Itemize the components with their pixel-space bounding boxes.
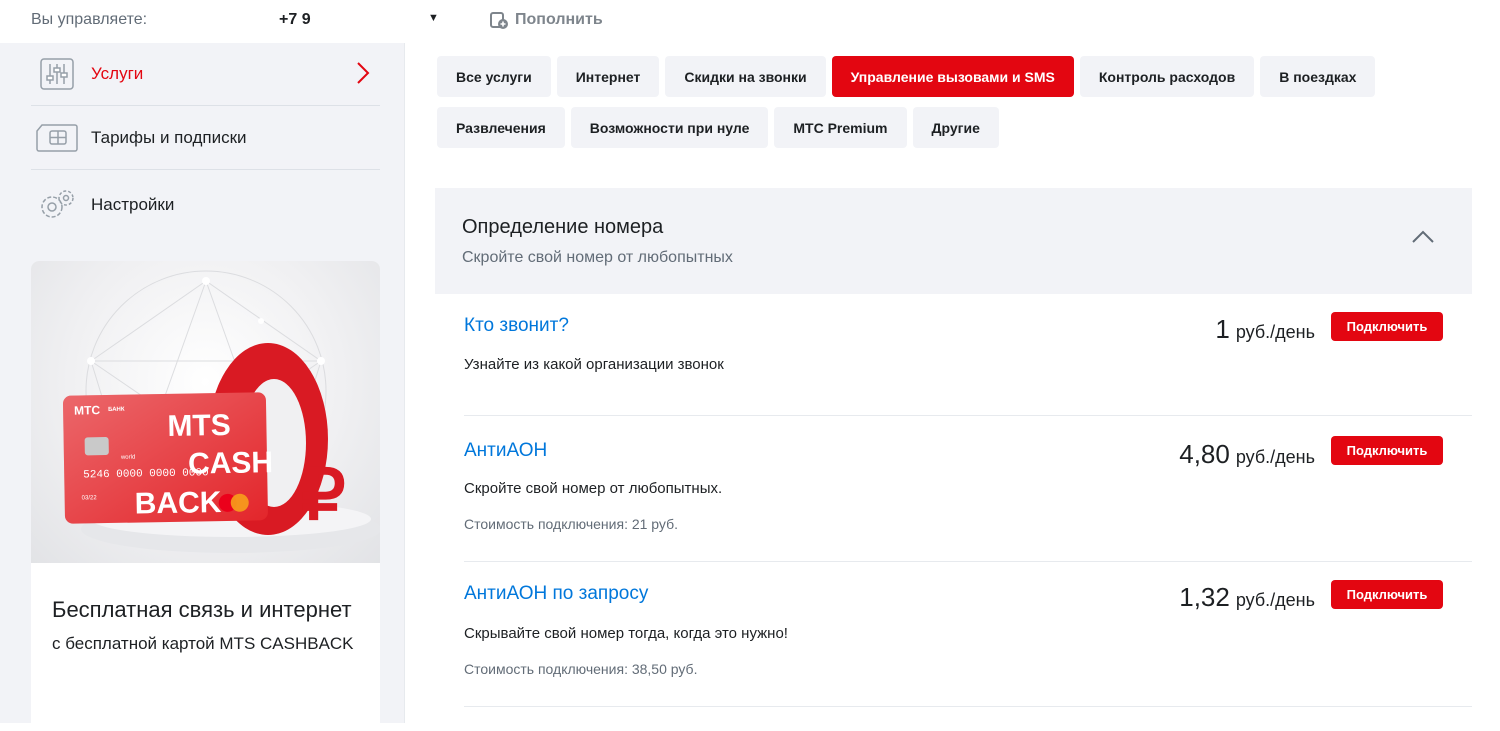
- service-connection-cost: Стоимость подключения: 21 руб.: [464, 516, 678, 532]
- service-filters: Все услуги Интернет Скидки на звонки Упр…: [437, 56, 1497, 158]
- promo-title: Бесплатная связь и интернет: [52, 597, 352, 622]
- promo-text: Бесплатная связь и интернет с бесплатной…: [52, 595, 362, 658]
- services-section: Определение номера Скройте свой номер от…: [435, 188, 1472, 707]
- filter-chip-mts-premium[interactable]: МТС Premium: [774, 107, 907, 148]
- chevron-down-icon[interactable]: ▼: [428, 12, 439, 24]
- chevron-up-icon[interactable]: [1412, 230, 1434, 249]
- price-unit: руб./день: [1235, 447, 1315, 467]
- manage-label: Вы управляете:: [31, 11, 148, 28]
- card-title-3: BACK: [134, 486, 222, 521]
- filter-chip-other[interactable]: Другие: [912, 107, 999, 148]
- service-description: Скрывайте свой номер тогда, когда это ну…: [464, 625, 788, 642]
- service-item: АнтиАОН по запросу Скрывайте свой номер …: [464, 562, 1472, 707]
- service-description: Узнайте из какой организации звонок: [464, 356, 724, 373]
- sidebar-item-label: Настройки: [91, 194, 175, 214]
- price-value: 1,32: [1179, 582, 1230, 612]
- price-unit: руб./день: [1235, 590, 1315, 610]
- filter-chip-travel[interactable]: В поездках: [1260, 56, 1376, 97]
- sidebar-item-services[interactable]: Услуги: [31, 43, 380, 106]
- service-name[interactable]: АнтиАОН: [464, 440, 547, 462]
- promo-subtitle: с бесплатной картой MTS CASHBACK: [52, 634, 354, 653]
- section-title: Определение номера: [462, 216, 664, 238]
- card-valid: 03/22: [82, 495, 98, 501]
- price-value: 1: [1215, 314, 1230, 344]
- sliders-icon: [36, 57, 78, 91]
- filter-chip-call-sms-management[interactable]: Управление вызовами и SMS: [831, 56, 1074, 97]
- chevron-right-icon: [356, 61, 370, 90]
- card-brand: МТС: [74, 403, 101, 417]
- connect-button[interactable]: Подключить: [1331, 436, 1443, 465]
- filter-chip-zero-balance[interactable]: Возможности при нуле: [570, 107, 769, 148]
- promo-image: ₽ МТС БАНК MTS CASH BACK world 5246 0000…: [31, 261, 380, 563]
- main-content: Все услуги Интернет Скидки на звонки Упр…: [404, 43, 1500, 723]
- section-header[interactable]: Определение номера Скройте свой номер от…: [435, 188, 1472, 294]
- service-description: Скройте свой номер от любопытных.: [464, 480, 723, 497]
- service-name[interactable]: Кто звонит?: [464, 315, 569, 337]
- filter-chip-call-discounts[interactable]: Скидки на звонки: [665, 56, 826, 97]
- topup-label: Пополнить: [515, 11, 603, 28]
- service-price: 4,80 руб./день: [1179, 439, 1315, 470]
- connect-button[interactable]: Подключить: [1331, 312, 1443, 341]
- section-subtitle: Скройте свой номер от любопытных: [462, 249, 733, 266]
- topup-button[interactable]: Пополнить: [489, 10, 603, 30]
- card-world: world: [120, 455, 135, 461]
- sidebar-item-settings[interactable]: Настройки: [31, 173, 380, 236]
- service-item: Кто звонит? Узнайте из какой организации…: [464, 294, 1472, 416]
- sim-card-icon: [36, 121, 78, 155]
- promo-banner[interactable]: ₽ МТС БАНК MTS CASH BACK world 5246 0000…: [31, 261, 380, 731]
- sidebar-item-tariffs[interactable]: Тарифы и подписки: [31, 107, 380, 170]
- filter-chip-internet[interactable]: Интернет: [556, 56, 660, 97]
- sidebar-item-label: Тарифы и подписки: [91, 128, 247, 147]
- connect-button[interactable]: Подключить: [1331, 580, 1443, 609]
- card-number: 5246 0000 0000 0000: [83, 467, 209, 481]
- service-price: 1 руб./день: [1215, 314, 1315, 345]
- sidebar-item-label: Услуги: [91, 64, 144, 83]
- filter-chip-entertainment[interactable]: Развлечения: [437, 107, 565, 148]
- price-value: 4,80: [1179, 439, 1230, 469]
- sidebar: Услуги Тарифы и подписки Настройки ₽ МТС…: [0, 43, 404, 731]
- price-unit: руб./день: [1235, 322, 1315, 342]
- card-bank: БАНК: [108, 407, 125, 413]
- filter-row: Все услуги Интернет Скидки на звонки Упр…: [437, 56, 1497, 97]
- filter-chip-expense-control[interactable]: Контроль расходов: [1079, 56, 1255, 97]
- filter-chip-all[interactable]: Все услуги: [437, 56, 551, 97]
- service-price: 1,32 руб./день: [1179, 582, 1315, 613]
- filter-row: Развлечения Возможности при нуле МТС Pre…: [437, 107, 1497, 148]
- svg-text:₽: ₽: [301, 456, 346, 534]
- service-connection-cost: Стоимость подключения: 38,50 руб.: [464, 661, 698, 677]
- service-name[interactable]: АнтиАОН по запросу: [464, 583, 648, 605]
- wallet-plus-icon: [490, 12, 508, 29]
- card-title-1: MTS: [167, 409, 231, 443]
- service-item: АнтиАОН Скройте свой номер от любопытных…: [464, 416, 1472, 562]
- top-bar: Вы управляете: +7 9 ▼ Пополнить: [0, 0, 1500, 43]
- gear-icon: [36, 188, 78, 222]
- account-phone[interactable]: +7 9: [279, 11, 311, 29]
